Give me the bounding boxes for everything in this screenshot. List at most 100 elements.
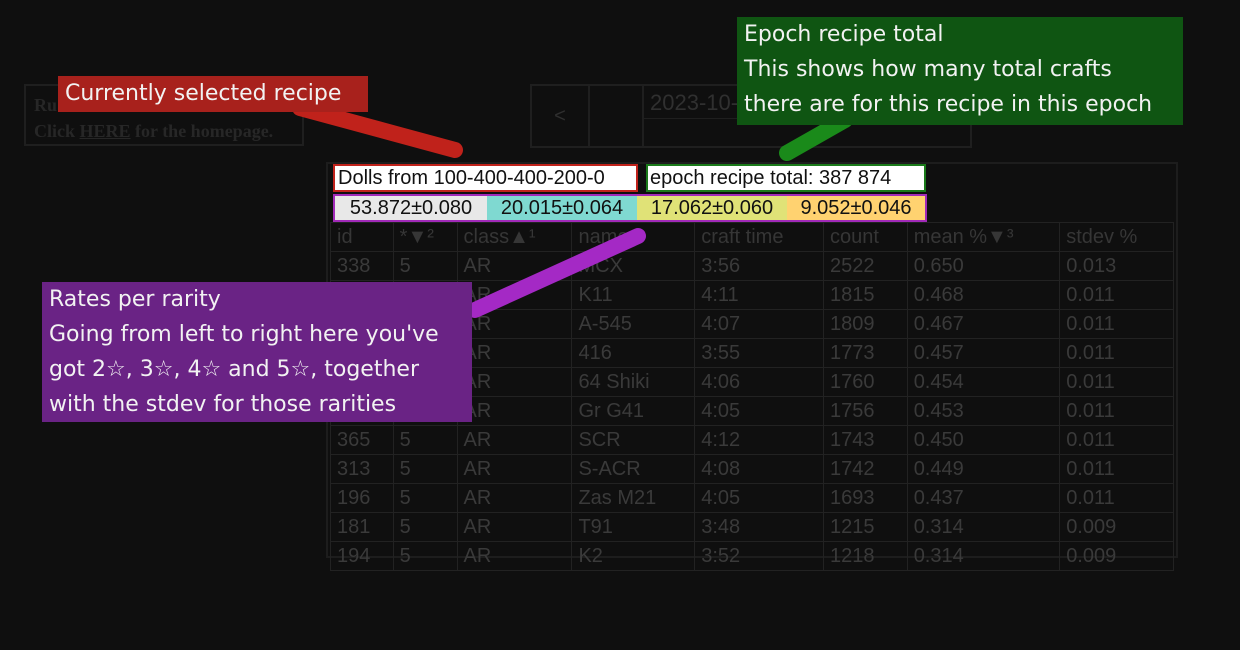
callout-rates-line: got 2☆, 3☆, 4☆ and 5☆, together — [49, 357, 419, 382]
cell-id: 194 — [330, 541, 394, 571]
cell-class: AR — [456, 454, 573, 484]
cell-craft-time: 4:07 — [694, 309, 824, 339]
table-row: 196 5 AR Zas M21 4:05 1693 0.437 0.011 — [330, 483, 1174, 513]
cell-name: S-ACR — [571, 454, 696, 484]
rate-5-star: 9.052±0.046 — [787, 196, 925, 220]
cell-stdev: 0.011 — [1059, 367, 1174, 397]
col-craft-time-header[interactable]: craft time — [694, 222, 824, 252]
cell-class: AR — [456, 396, 573, 426]
cell-name: A-545 — [571, 309, 696, 339]
cell-mean: 0.437 — [906, 483, 1061, 513]
cell-mean: 0.468 — [906, 280, 1061, 310]
rate-4-star: 17.062±0.060 — [637, 196, 787, 220]
callout-rates-title: Rates per rarity — [49, 287, 221, 312]
col-id-header[interactable]: id — [330, 222, 394, 252]
cell-craft-time: 4:06 — [694, 367, 824, 397]
cell-rarity: 5 — [392, 512, 458, 542]
callout-rarity-rates: Rates per rarity Going from left to righ… — [42, 282, 472, 422]
callout-total-line: there are for this recipe in this epoch — [744, 92, 1153, 117]
cell-craft-time: 4:12 — [694, 425, 824, 455]
cell-count: 1756 — [822, 396, 908, 426]
callout-total-title: Epoch recipe total — [744, 22, 944, 47]
cell-count: 1742 — [822, 454, 908, 484]
cell-count: 2522 — [822, 251, 908, 281]
cell-class: AR — [456, 483, 573, 513]
table-row: 313 5 AR S-ACR 4:08 1742 0.449 0.011 — [330, 454, 1174, 484]
cell-stdev: 0.011 — [1059, 425, 1174, 455]
cell-id: 181 — [330, 512, 394, 542]
cell-craft-time: 4:08 — [694, 454, 824, 484]
table-row: 181 5 AR T91 3:48 1215 0.314 0.009 — [330, 512, 1174, 542]
cell-stdev: 0.009 — [1059, 541, 1174, 571]
cell-class: AR — [456, 338, 573, 368]
cell-craft-time: 4:11 — [694, 280, 824, 310]
cell-stdev: 0.011 — [1059, 309, 1174, 339]
cell-craft-time: 3:48 — [694, 512, 824, 542]
cell-mean: 0.453 — [906, 396, 1061, 426]
cell-class: AR — [456, 280, 573, 310]
table-row: 194 5 AR K2 3:52 1218 0.314 0.009 — [330, 541, 1174, 571]
cell-mean: 0.454 — [906, 367, 1061, 397]
selected-recipe-label: Dolls from 100-400-400-200-0 — [333, 164, 638, 192]
date-bar-spacer — [590, 86, 644, 146]
cell-rarity: 5 — [392, 425, 458, 455]
epoch-date-text: 2023-10- — [650, 90, 739, 115]
info-homepage-text: for the homepage. — [135, 121, 274, 141]
cell-count: 1218 — [822, 541, 908, 571]
cell-count: 1743 — [822, 425, 908, 455]
callout-epoch-total: Epoch recipe total This shows how many t… — [737, 17, 1183, 125]
homepage-link[interactable]: HERE — [80, 121, 131, 141]
cell-name: MCX — [571, 251, 696, 281]
cell-mean: 0.467 — [906, 309, 1061, 339]
col-stdev-header[interactable]: stdev % — [1059, 222, 1174, 252]
cell-count: 1809 — [822, 309, 908, 339]
cell-craft-time: 4:05 — [694, 483, 824, 513]
cell-name: Gr G41 — [571, 396, 696, 426]
cell-name: T91 — [571, 512, 696, 542]
cell-count: 1773 — [822, 338, 908, 368]
cell-count: 1815 — [822, 280, 908, 310]
cell-mean: 0.650 — [906, 251, 1061, 281]
cell-id: 365 — [330, 425, 394, 455]
cell-craft-time: 3:56 — [694, 251, 824, 281]
cell-rarity: 5 — [392, 454, 458, 484]
table-row: 338 5 AR MCX 3:56 2522 0.650 0.013 — [330, 251, 1174, 281]
cell-name: 416 — [571, 338, 696, 368]
cell-class: AR — [456, 512, 573, 542]
cell-name: Zas M21 — [571, 483, 696, 513]
col-name-header[interactable]: name — [571, 222, 696, 252]
col-class-header[interactable]: class▲¹ — [456, 222, 573, 252]
cell-class: AR — [456, 367, 573, 397]
cell-stdev: 0.011 — [1059, 454, 1174, 484]
rate-2-star: 53.872±0.080 — [335, 196, 487, 220]
cell-name: K11 — [571, 280, 696, 310]
callout-rates-line: Going from left to right here you've — [49, 322, 439, 347]
cell-class: AR — [456, 251, 573, 281]
cell-craft-time: 4:05 — [694, 396, 824, 426]
col-mean-header[interactable]: mean %▼³ — [906, 222, 1061, 252]
table-header-row: id *▼² class▲¹ name craft time count mea… — [330, 222, 1174, 252]
previous-epoch-button[interactable]: < — [532, 86, 590, 146]
rate-3-star: 20.015±0.064 — [487, 196, 637, 220]
cell-mean: 0.314 — [906, 541, 1061, 571]
cell-craft-time: 3:52 — [694, 541, 824, 571]
cell-name: SCR — [571, 425, 696, 455]
callout-rates-line: with the stdev for those rarities — [49, 392, 397, 417]
cell-stdev: 0.011 — [1059, 280, 1174, 310]
col-count-header[interactable]: count — [822, 222, 908, 252]
cell-stdev: 0.013 — [1059, 251, 1174, 281]
info-line-2: Click HERE for the homepage. — [34, 118, 294, 144]
cell-name: 64 Shiki — [571, 367, 696, 397]
cell-rarity: 5 — [392, 483, 458, 513]
table-row: 365 5 AR SCR 4:12 1743 0.450 0.011 — [330, 425, 1174, 455]
recipe-pointer — [292, 100, 463, 158]
cell-craft-time: 3:55 — [694, 338, 824, 368]
cell-id: 196 — [330, 483, 394, 513]
col-rarity-header[interactable]: *▼² — [392, 222, 458, 252]
callout-total-line: This shows how many total crafts — [744, 57, 1112, 82]
callout-selected-recipe: Currently selected recipe — [58, 76, 368, 112]
cell-class: AR — [456, 309, 573, 339]
cell-mean: 0.449 — [906, 454, 1061, 484]
cell-id: 338 — [330, 251, 394, 281]
cell-count: 1760 — [822, 367, 908, 397]
